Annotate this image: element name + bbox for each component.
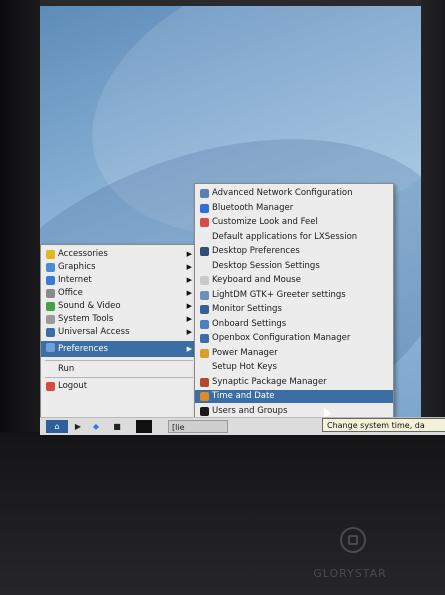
submenu-item-time-and-date[interactable]: Time and Date bbox=[195, 390, 393, 403]
menu-separator bbox=[45, 360, 193, 361]
submenu-item-openbox-configuration-manager[interactable]: Openbox Configuration Manager bbox=[195, 332, 393, 345]
keyboard-mouse-icon bbox=[200, 276, 209, 285]
menu-item-label: Universal Access bbox=[58, 327, 130, 337]
submenu-item-label: Power Manager bbox=[212, 347, 278, 358]
submenu-arrow-icon: ▶ bbox=[186, 315, 192, 323]
menu-separator bbox=[45, 377, 193, 378]
submenu-arrow-icon: ▶ bbox=[186, 250, 192, 258]
menu-item-label: Run bbox=[58, 364, 75, 374]
openbox-icon bbox=[200, 334, 209, 343]
logout-icon bbox=[46, 382, 55, 391]
submenu-arrow-icon: ▶ bbox=[186, 302, 192, 310]
file-manager-launcher-icon[interactable]: ▶ bbox=[70, 420, 86, 433]
accessories-icon bbox=[46, 250, 55, 259]
greeter-icon bbox=[200, 290, 209, 300]
network-config-icon bbox=[200, 189, 209, 198]
submenu-item-label: Keyboard and Mouse bbox=[212, 275, 301, 285]
look-feel-icon bbox=[200, 218, 209, 227]
preferences-submenu: Advanced Network Configuration Bluetooth … bbox=[194, 183, 394, 423]
office-icon bbox=[46, 289, 55, 298]
submenu-item-label: Time and Date bbox=[212, 391, 275, 401]
sound-video-icon bbox=[46, 302, 55, 311]
bluetooth-icon bbox=[200, 203, 209, 213]
submenu-item-label: Default applications for LXSession bbox=[212, 231, 358, 242]
taskbar-separator bbox=[136, 420, 152, 433]
submenu-item-label: Setup Hot Keys bbox=[212, 362, 277, 372]
menu-item-office[interactable]: Office ▶ bbox=[41, 287, 197, 300]
submenu-item-keyboard-and-mouse[interactable]: Keyboard and Mouse bbox=[195, 274, 393, 287]
submenu-item-label: LightDM GTK+ Greeter settings bbox=[212, 289, 346, 300]
submenu-item-synaptic-package-manager[interactable]: Synaptic Package Manager bbox=[195, 376, 393, 389]
menu-item-universal-access[interactable]: Universal Access ▶ bbox=[41, 326, 197, 339]
submenu-item-setup-hot-keys[interactable]: Setup Hot Keys bbox=[195, 361, 393, 374]
internet-icon bbox=[46, 276, 55, 285]
submenu-arrow-icon: ▶ bbox=[186, 276, 192, 284]
submenu-arrow-icon: ▶ bbox=[186, 289, 192, 297]
menu-item-logout[interactable]: Logout bbox=[41, 380, 197, 393]
submenu-item-label: Onboard Settings bbox=[212, 318, 287, 329]
submenu-arrow-icon: ▶ bbox=[186, 263, 192, 271]
submenu-item-label: Desktop Preferences bbox=[212, 246, 300, 256]
users-groups-icon bbox=[200, 406, 209, 416]
menu-item-run[interactable]: Run bbox=[41, 363, 197, 376]
submenu-item-label: Synaptic Package Manager bbox=[212, 376, 327, 387]
submenu-item-customize-look-and-feel[interactable]: Customize Look and Feel bbox=[195, 216, 393, 229]
submenu-item-power-manager[interactable]: Power Manager bbox=[195, 347, 393, 360]
browser-launcher-icon[interactable]: ◆ bbox=[88, 420, 104, 433]
submenu-item-bluetooth-manager[interactable]: Bluetooth Manager bbox=[195, 202, 393, 215]
submenu-arrow-icon: ▶ bbox=[186, 345, 192, 353]
default-apps-icon bbox=[200, 232, 209, 242]
menu-item-label: Sound & Video bbox=[58, 301, 121, 311]
menu-item-label: Office bbox=[58, 288, 83, 298]
menu-item-label: Graphics bbox=[58, 262, 96, 272]
menu-item-label: Preferences bbox=[58, 344, 108, 354]
onboard-icon bbox=[200, 319, 209, 329]
run-icon bbox=[46, 365, 55, 374]
menu-item-label: System Tools bbox=[58, 314, 114, 324]
desktop-prefs-icon bbox=[200, 247, 209, 256]
menu-item-preferences[interactable]: Preferences ▶ bbox=[41, 341, 197, 357]
universal-access-icon bbox=[46, 328, 55, 337]
menu-item-label: Internet bbox=[58, 275, 92, 285]
system-tools-icon bbox=[46, 315, 55, 324]
hotkeys-icon bbox=[200, 363, 209, 372]
brand-name: GLORYSTAR bbox=[313, 567, 387, 580]
submenu-arrow-icon: ▶ bbox=[186, 328, 192, 336]
application-menu: Accessories ▶ Graphics ▶ Internet ▶ Office ▶ Sou… bbox=[40, 244, 198, 419]
monitor-icon bbox=[200, 305, 209, 314]
submenu-item-desktop-preferences[interactable]: Desktop Preferences bbox=[195, 245, 393, 258]
submenu-item-label: Users and Groups bbox=[212, 405, 288, 416]
brand-logo-icon bbox=[340, 527, 366, 553]
submenu-item-desktop-session-settings[interactable]: Desktop Session Settings bbox=[195, 260, 393, 273]
session-settings-icon bbox=[200, 261, 209, 271]
power-icon bbox=[200, 348, 209, 358]
menu-item-graphics[interactable]: Graphics ▶ bbox=[41, 261, 197, 274]
submenu-item-label: Customize Look and Feel bbox=[212, 217, 318, 227]
submenu-item-label: Monitor Settings bbox=[212, 304, 282, 314]
submenu-item-default-applications-for-lxsession[interactable]: Default applications for LXSession bbox=[195, 231, 393, 244]
menu-item-label: Logout bbox=[58, 381, 88, 391]
submenu-item-advanced-network-configuration[interactable]: Advanced Network Configuration bbox=[195, 187, 393, 200]
submenu-item-label: Openbox Configuration Manager bbox=[212, 333, 351, 343]
menu-item-tooltip: Change system time, da bbox=[322, 418, 445, 432]
menu-item-internet[interactable]: Internet ▶ bbox=[41, 274, 197, 287]
menu-item-accessories[interactable]: Accessories ▶ bbox=[41, 248, 197, 261]
submenu-item-monitor-settings[interactable]: Monitor Settings bbox=[195, 303, 393, 316]
submenu-item-users-and-groups[interactable]: Users and Groups bbox=[195, 405, 393, 418]
graphics-icon bbox=[46, 263, 55, 272]
submenu-item-label: Desktop Session Settings bbox=[212, 260, 320, 271]
menu-item-label: Accessories bbox=[58, 249, 108, 259]
menu-launcher-button[interactable]: ⌂ bbox=[46, 420, 68, 433]
submenu-item-lightdm-gtk-greeter-settings[interactable]: LightDM GTK+ Greeter settings bbox=[195, 289, 393, 302]
submenu-item-label: Bluetooth Manager bbox=[212, 202, 294, 213]
taskbar-window-button[interactable]: [lie bbox=[168, 420, 228, 433]
terminal-launcher-icon[interactable]: ■ bbox=[106, 420, 128, 433]
menu-item-sound-video[interactable]: Sound & Video ▶ bbox=[41, 300, 197, 313]
preferences-icon bbox=[46, 343, 55, 352]
synaptic-icon bbox=[200, 377, 209, 387]
menu-item-system-tools[interactable]: System Tools ▶ bbox=[41, 313, 197, 326]
submenu-item-label: Advanced Network Configuration bbox=[212, 188, 353, 198]
time-date-icon bbox=[200, 392, 209, 401]
submenu-item-onboard-settings[interactable]: Onboard Settings bbox=[195, 318, 393, 331]
